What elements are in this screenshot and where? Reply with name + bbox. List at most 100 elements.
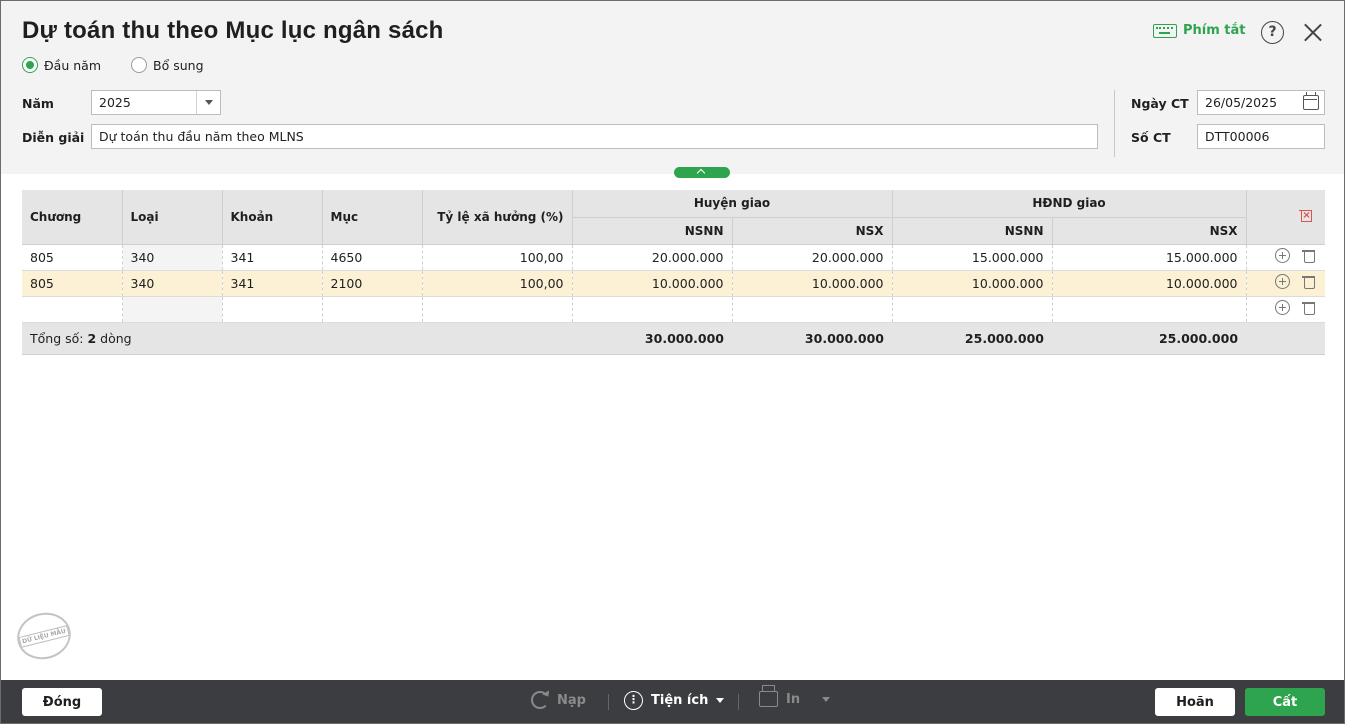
cell-khoan[interactable]: 341 bbox=[222, 244, 323, 271]
cell-empty[interactable] bbox=[572, 296, 733, 323]
year-select[interactable]: 2025 bbox=[91, 90, 221, 115]
dialog-window: Dự toán thu theo Mục lục ngân sách Phím … bbox=[0, 0, 1345, 724]
total-hg-nsnn: 30.000.000 bbox=[572, 322, 732, 355]
cell-hd-nsnn[interactable]: 15.000.000 bbox=[892, 244, 1053, 271]
row-actions bbox=[1246, 296, 1326, 323]
header-ty-le[interactable]: Tỷ lệ xã hưởng (%) bbox=[422, 190, 573, 245]
header-loai[interactable]: Loại bbox=[122, 190, 223, 245]
doc-number-input[interactable]: DTT00006 bbox=[1197, 124, 1325, 149]
utilities-button[interactable]: ⋮ Tiện ích bbox=[624, 691, 725, 710]
cell-empty[interactable] bbox=[222, 296, 323, 323]
cell-muc[interactable]: 2100 bbox=[322, 270, 423, 297]
reload-button[interactable]: Nạp bbox=[531, 691, 586, 709]
empty-row[interactable] bbox=[22, 296, 1326, 323]
cell-loai[interactable]: 340 bbox=[122, 270, 223, 297]
toolbar-separator bbox=[738, 694, 739, 710]
chevron-down-icon[interactable] bbox=[196, 91, 220, 114]
radio-bo-sung[interactable]: Bổ sung bbox=[131, 57, 204, 73]
header-hg-nsx[interactable]: NSX bbox=[732, 217, 893, 245]
cell-hg-nsx[interactable]: 10.000.000 bbox=[732, 270, 893, 297]
calendar-icon[interactable] bbox=[1303, 92, 1319, 110]
cell-empty[interactable] bbox=[732, 296, 893, 323]
shortcut-label: Phím tắt bbox=[1183, 23, 1246, 38]
cell-empty[interactable] bbox=[22, 296, 123, 323]
save-button[interactable]: Cất bbox=[1245, 688, 1325, 716]
date-label: Ngày CT bbox=[1131, 96, 1189, 111]
table-row[interactable]: 805 340 341 4650 100,00 20.000.000 20.00… bbox=[22, 244, 1326, 271]
row-actions bbox=[1246, 270, 1326, 297]
radio-dot-icon bbox=[22, 57, 38, 73]
sample-data-stamp: DỮ LIỆU MẪU bbox=[12, 607, 76, 665]
cancel-button[interactable]: Hoãn bbox=[1155, 688, 1235, 716]
shortcut-button[interactable]: Phím tắt bbox=[1153, 23, 1246, 38]
keyboard-icon bbox=[1153, 23, 1177, 38]
total-hd-nsnn: 25.000.000 bbox=[892, 322, 1052, 355]
cell-ty-le[interactable]: 100,00 bbox=[422, 270, 573, 297]
cell-empty[interactable] bbox=[122, 296, 223, 323]
header-hdnd-giao: HĐND giao bbox=[892, 190, 1247, 218]
cell-hd-nsx[interactable]: 10.000.000 bbox=[1052, 270, 1247, 297]
total-count: 2 bbox=[87, 330, 97, 346]
header-hd-nsx[interactable]: NSX bbox=[1052, 217, 1247, 245]
radio-label: Bổ sung bbox=[153, 57, 204, 73]
cell-hg-nsnn[interactable]: 20.000.000 bbox=[572, 244, 733, 271]
form-header: Dự toán thu theo Mục lục ngân sách Phím … bbox=[1, 1, 1344, 174]
cell-chuong[interactable]: 805 bbox=[22, 244, 123, 271]
chevron-down-icon bbox=[822, 696, 831, 702]
header-khoan[interactable]: Khoản bbox=[222, 190, 323, 245]
date-value: 26/05/2025 bbox=[1205, 95, 1278, 110]
print-label: In bbox=[786, 691, 801, 707]
add-row-icon[interactable] bbox=[1275, 274, 1291, 289]
add-row-icon[interactable] bbox=[1275, 300, 1291, 315]
delete-row-icon[interactable] bbox=[1302, 248, 1316, 263]
delete-row-icon[interactable] bbox=[1302, 300, 1316, 315]
cell-ty-le[interactable]: 100,00 bbox=[422, 244, 573, 271]
cell-chuong[interactable]: 805 bbox=[22, 270, 123, 297]
header-hd-nsnn[interactable]: NSNN bbox=[892, 217, 1053, 245]
cell-hd-nsx[interactable]: 15.000.000 bbox=[1052, 244, 1247, 271]
row-actions bbox=[1246, 244, 1326, 271]
total-hg-nsx: 30.000.000 bbox=[732, 322, 892, 355]
cell-khoan[interactable]: 341 bbox=[222, 270, 323, 297]
doc-number-label: Số CT bbox=[1131, 130, 1171, 145]
total-prefix: Tổng số: bbox=[30, 330, 84, 346]
header-chuong[interactable]: Chương bbox=[22, 190, 123, 245]
cell-empty[interactable] bbox=[1052, 296, 1247, 323]
cell-hg-nsx[interactable]: 20.000.000 bbox=[732, 244, 893, 271]
year-value: 2025 bbox=[99, 95, 131, 110]
total-empty bbox=[1246, 322, 1326, 355]
reload-label: Nạp bbox=[557, 692, 586, 708]
header-muc[interactable]: Mục bbox=[322, 190, 423, 245]
table-row[interactable]: 805 340 341 2100 100,00 10.000.000 10.00… bbox=[22, 270, 1326, 297]
toolbar-separator bbox=[608, 694, 609, 710]
total-hd-nsx: 25.000.000 bbox=[1052, 322, 1247, 355]
cell-hd-nsnn[interactable]: 10.000.000 bbox=[892, 270, 1053, 297]
budget-grid: Chương Loại Khoản Mục Tỷ lệ xã hưởng (%)… bbox=[22, 190, 1326, 355]
collapse-header-button[interactable] bbox=[674, 167, 730, 178]
add-row-icon[interactable] bbox=[1275, 248, 1291, 263]
vertical-divider bbox=[1114, 90, 1115, 157]
cell-empty[interactable] bbox=[322, 296, 423, 323]
header-huyen-giao: Huyện giao bbox=[572, 190, 893, 218]
help-icon[interactable]: ? bbox=[1261, 21, 1284, 44]
header-hg-nsnn[interactable]: NSNN bbox=[572, 217, 733, 245]
close-icon[interactable] bbox=[1301, 20, 1325, 44]
cell-hg-nsnn[interactable]: 10.000.000 bbox=[572, 270, 733, 297]
delete-row-icon[interactable] bbox=[1302, 274, 1316, 289]
cell-empty[interactable] bbox=[892, 296, 1053, 323]
print-button[interactable]: In bbox=[759, 685, 831, 707]
cell-loai[interactable]: 340 bbox=[122, 244, 223, 271]
radio-dau-nam[interactable]: Đầu năm bbox=[22, 57, 101, 73]
radio-dot-icon bbox=[131, 57, 148, 73]
cell-empty[interactable] bbox=[422, 296, 573, 323]
desc-label: Diễn giải bbox=[22, 130, 85, 145]
cell-muc[interactable]: 4650 bbox=[322, 244, 423, 271]
header-delete-all bbox=[1246, 190, 1326, 245]
close-button[interactable]: Đóng bbox=[22, 688, 102, 716]
desc-input[interactable]: Dự toán thu đầu năm theo MLNS bbox=[91, 124, 1098, 149]
date-input[interactable]: 26/05/2025 bbox=[1197, 90, 1325, 115]
chevron-down-icon bbox=[716, 698, 725, 703]
stamp-text: DỮ LIỆU MẪU bbox=[18, 624, 70, 648]
dialog-title: Dự toán thu theo Mục lục ngân sách bbox=[22, 17, 444, 44]
delete-all-icon[interactable] bbox=[1299, 208, 1313, 223]
